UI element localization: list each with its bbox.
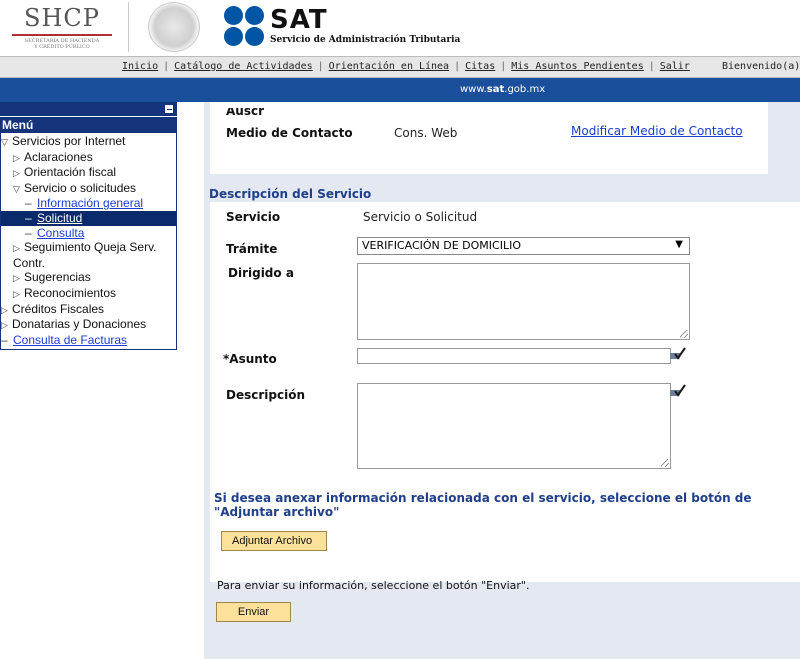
contact-panel: Auscr Medio de Contacto Cons. Web Modifi… xyxy=(210,102,768,174)
adjuntar-archivo-button[interactable]: Adjuntar Archivo xyxy=(221,531,327,551)
tramite-selected-value: VERIFICACIÓN DE DOMICILIO xyxy=(362,239,521,252)
triangle-right-icon: ▷ xyxy=(13,152,20,163)
servicio-label: Servicio xyxy=(226,210,281,224)
sidebar-item-consulta-facturas: – Consulta de Facturas xyxy=(1,333,176,348)
nav-link-catalogo[interactable]: Catálogo de Actividades xyxy=(174,61,312,72)
dropdown-arrow-icon: ▼ xyxy=(675,239,683,250)
sidebar-item-donatarias[interactable]: ▷ Donatarias y Donaciones xyxy=(1,317,176,333)
sidebar-item-orientacion-fiscal[interactable]: ▷ Orientación fiscal xyxy=(1,165,176,181)
triangle-down-icon: ▽ xyxy=(13,183,20,194)
top-navigation: Inicio | Catálogo de Actividades | Orientaci… xyxy=(0,56,800,78)
medio-contacto-label: Medio de Contacto xyxy=(226,126,353,140)
welcome-text: Bienvenido(a) M xyxy=(722,61,800,72)
sidebar-item-solicitud: – Solicitud xyxy=(1,210,176,226)
spellcheck-icon[interactable] xyxy=(670,383,688,399)
shcp-logo: SHCP SECRETARÍA DE HACIENDA Y CRÉDITO PÚ… xyxy=(8,4,116,52)
sidebar-item-aclaraciones[interactable]: ▷ Aclaraciones xyxy=(1,150,176,166)
shcp-logo-line xyxy=(12,34,112,36)
sidebar-item-sugerencias[interactable]: ▷ Sugerencias xyxy=(1,270,176,286)
dirigido-textarea[interactable] xyxy=(357,263,690,340)
triangle-right-icon: ▷ xyxy=(13,168,20,179)
sidebar-item-consulta: – Consulta xyxy=(1,226,176,241)
spellcheck-icon[interactable] xyxy=(670,346,688,362)
cut-off-label: Auscr xyxy=(226,108,265,116)
asunto-label: *Asunto xyxy=(223,352,277,366)
header-divider xyxy=(128,2,129,52)
site-header: SHCP SECRETARÍA DE HACIENDA Y CRÉDITO PÚ… xyxy=(0,0,800,56)
sidebar-item-seguimiento-queja[interactable]: ▷ Seguimiento Queja Serv. Contr. xyxy=(1,240,176,270)
shcp-logo-subtitle-2: Y CRÉDITO PÚBLICO xyxy=(34,44,90,50)
consulta-facturas-link[interactable]: Consulta de Facturas xyxy=(13,333,127,347)
shcp-logo-title: SHCP xyxy=(24,4,100,32)
medio-contacto-value: Cons. Web xyxy=(394,126,458,140)
nav-link-salir[interactable]: Salir xyxy=(660,61,690,72)
solicitud-link[interactable]: Solicitud xyxy=(37,211,82,225)
national-seal-icon xyxy=(148,2,200,52)
nav-separator: | xyxy=(648,61,655,72)
triangle-right-icon: ▷ xyxy=(13,243,20,254)
sidebar-menu: Menú ▽ Servicios por Internet ▷ Aclaracion… xyxy=(0,102,177,352)
triangle-down-icon: ▽ xyxy=(1,137,8,147)
nav-separator: | xyxy=(317,61,324,72)
sat-logo: SAT Servicio de Administración Tributari… xyxy=(224,4,460,52)
sat-logo-title: SAT xyxy=(270,5,328,35)
sidebar-heading: Menú xyxy=(0,116,177,133)
triangle-right-icon: ▷ xyxy=(1,304,8,315)
dash-icon: – xyxy=(25,196,32,211)
triangle-right-icon: ▷ xyxy=(13,288,20,299)
sidebar-item-servicio-solicitudes[interactable]: ▽ Servicio o solicitudes xyxy=(1,181,176,197)
triangle-right-icon: ▷ xyxy=(1,320,8,331)
sidebar-tree: ▽ Servicios por Internet ▷ Aclaraciones ▷ O… xyxy=(0,133,177,351)
attach-title: Si desea anexar información relacionada … xyxy=(214,491,752,519)
dash-icon: – xyxy=(25,225,32,240)
nav-link-citas[interactable]: Citas xyxy=(465,61,495,72)
informacion-general-link[interactable]: Información general xyxy=(37,196,143,210)
nav-separator: | xyxy=(500,61,507,72)
tramite-select[interactable]: VERIFICACIÓN DE DOMICILIO ▼ xyxy=(357,237,690,255)
descripcion-textarea[interactable] xyxy=(357,383,671,469)
dash-icon: – xyxy=(25,210,32,225)
sidebar-item-creditos-fiscales[interactable]: ▷ Créditos Fiscales xyxy=(1,302,176,318)
dash-icon: – xyxy=(1,332,8,347)
nav-separator: | xyxy=(454,61,461,72)
sidebar-item-reconocimientos[interactable]: ▷ Reconocimientos xyxy=(1,286,176,302)
nav-link-orientacion[interactable]: Orientación en Línea xyxy=(329,61,449,72)
sat-logo-subtitle: Servicio de Administración Tributaria xyxy=(270,35,461,45)
triangle-right-icon: ▷ xyxy=(13,273,20,284)
sidebar-topbar xyxy=(0,102,177,116)
sat-dots-icon xyxy=(224,6,266,46)
enviar-button[interactable]: Enviar xyxy=(216,602,291,622)
resize-grip-icon[interactable] xyxy=(680,330,688,338)
minimize-icon[interactable] xyxy=(164,104,174,114)
site-url-bar: www.sat.gob.mx xyxy=(0,78,800,102)
attach-panel: Adjuntar Archivo xyxy=(210,518,800,558)
nav-link-inicio[interactable]: Inicio xyxy=(122,61,158,72)
section-title-descripcion: Descripción del Servicio xyxy=(209,187,372,201)
tramite-label: Trámite xyxy=(226,242,278,256)
sidebar-item-informacion-general: – Información general xyxy=(1,196,176,211)
site-url: www.sat.gob.mx xyxy=(460,84,546,95)
nav-link-asuntos[interactable]: Mis Asuntos Pendientes xyxy=(511,61,643,72)
nav-separator: | xyxy=(163,61,170,72)
send-note: Para enviar su información, seleccione e… xyxy=(217,579,530,592)
descripcion-label: Descripción xyxy=(226,388,305,402)
dirigido-label: Dirigido a xyxy=(228,266,294,280)
modificar-medio-link[interactable]: Modificar Medio de Contacto xyxy=(571,124,743,138)
consulta-link[interactable]: Consulta xyxy=(37,226,84,240)
main-content: Auscr Medio de Contacto Cons. Web Modifi… xyxy=(204,102,800,659)
resize-grip-icon[interactable] xyxy=(661,459,669,467)
servicio-value: Servicio o Solicitud xyxy=(363,210,478,224)
asunto-input[interactable] xyxy=(357,348,671,364)
sidebar-item-servicios-internet[interactable]: ▽ Servicios por Internet xyxy=(1,134,176,150)
